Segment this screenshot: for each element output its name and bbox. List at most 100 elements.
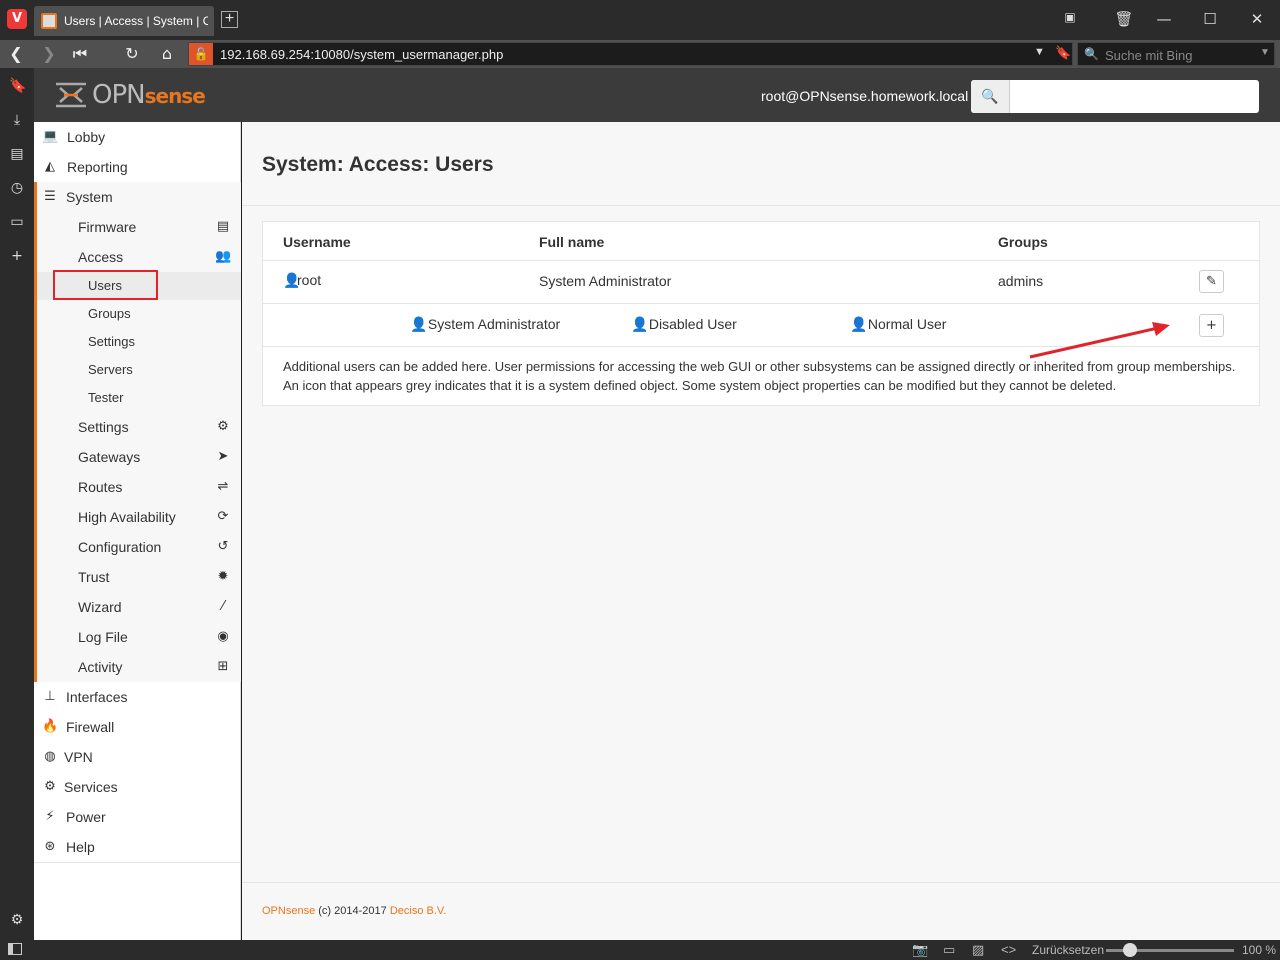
search-engine-field[interactable]: 🔍 Suche mit Bing ▼	[1077, 42, 1275, 66]
sidebar-item-services[interactable]: ⚙ Services	[34, 772, 241, 802]
users-table-card: Username Full name Groups 👤root System A…	[262, 221, 1260, 406]
header-search-icon[interactable]: 🔍	[971, 80, 1010, 113]
close-window-button[interactable]: ✕	[1247, 10, 1267, 28]
sidebar-item-settings[interactable]: Settings ⚙	[34, 412, 241, 442]
admin-user-icon: 👤	[283, 273, 301, 289]
trash-icon[interactable]: 🗑	[1114, 10, 1134, 28]
new-tab-button[interactable]: +	[221, 11, 238, 28]
minimize-button[interactable]: —	[1154, 10, 1174, 28]
add-user-button[interactable]: +	[1199, 314, 1224, 337]
sidebar-item-label: Wizard	[78, 599, 122, 615]
rewind-icon[interactable]: ⏮	[69, 44, 91, 64]
sidebar-item-log-file[interactable]: Log File ◉	[34, 622, 241, 652]
sidebar-item-system[interactable]: ☰ System	[34, 182, 241, 212]
sidebar-item-high-availability[interactable]: High Availability ⟳	[34, 502, 241, 532]
browser-tab-bar: V Users | Access | System | OPNsense + ▣…	[0, 0, 1280, 40]
lock-icon[interactable]: 🔓	[189, 43, 213, 65]
fire-icon: 🔥	[42, 719, 59, 734]
bookmark-icon[interactable]: 🔖	[1055, 45, 1071, 61]
browser-status-bar: 📷 ▭ ▨ <> Zurücksetzen 100 %	[0, 940, 1280, 960]
footer-company-link[interactable]: Deciso B.V.	[390, 905, 446, 917]
logged-in-user[interactable]: root@OPNsense.homework.local	[761, 88, 968, 104]
legend-admin: 👤 System Administrator	[410, 316, 560, 333]
url-field[interactable]: 🔓 192.168.69.254:10080/system_usermanage…	[188, 42, 1073, 66]
maximize-button[interactable]: ☐	[1200, 10, 1220, 28]
refresh-icon: ⟳	[217, 509, 229, 524]
server-icon: ☰	[44, 189, 56, 204]
sidebar-item-help[interactable]: ⊛ Help	[34, 832, 241, 862]
sidebar-item-firewall[interactable]: 🔥 Firewall	[34, 712, 241, 742]
tiling-icon[interactable]: ▭	[943, 942, 955, 958]
sidebar-item-label: Activity	[78, 659, 123, 675]
sidebar-item-label: Firmware	[78, 219, 137, 235]
notes-panel-icon[interactable]: ▤	[9, 146, 25, 162]
logo-text-sense: sense	[144, 84, 206, 108]
sidebar-item-label: Power	[66, 809, 106, 825]
window-panel-icon[interactable]: ▭	[9, 214, 25, 230]
footer-text: OPNsense (c) 2014-2017 Deciso B.V.	[262, 905, 446, 917]
add-panel-icon[interactable]: +	[9, 248, 25, 264]
red-arrow-annotation	[1029, 322, 1170, 359]
vivaldi-logo-icon[interactable]: V	[7, 9, 27, 29]
plug-icon: ⚡	[45, 809, 55, 824]
bookmarks-panel-icon[interactable]: 🔖	[9, 78, 26, 94]
panel-toggle-icon[interactable]	[8, 943, 22, 955]
window-tile-icon[interactable]: ▣	[1060, 10, 1080, 24]
search-icon: 🔍	[1084, 47, 1099, 61]
sidebar-item-trust[interactable]: Trust ✹	[34, 562, 241, 592]
username-cell[interactable]: 👤root	[283, 272, 321, 289]
header-search-field[interactable]: 🔍	[971, 80, 1259, 113]
firmware-icon: ▤	[216, 219, 230, 234]
description-line-2: An icon that appears grey indicates that…	[283, 378, 1117, 393]
sidebar-item-reporting[interactable]: ◭ Reporting	[34, 152, 241, 182]
home-icon[interactable]: ⌂	[156, 44, 178, 63]
browser-tab[interactable]: Users | Access | System | OPNsense	[34, 6, 214, 36]
sidebar-item-label: Interfaces	[66, 689, 128, 705]
settings-gear-icon[interactable]: ⚙	[9, 912, 25, 928]
zoom-slider-handle[interactable]	[1123, 943, 1137, 957]
sidebar-item-groups[interactable]: Groups	[34, 300, 241, 328]
sidebar-item-label: High Availability	[78, 509, 176, 525]
downloads-panel-icon[interactable]: ⤓	[9, 112, 25, 128]
opnsense-header: OPNsense root@OPNsense.homework.local 🔍	[34, 68, 1280, 122]
column-header-groups[interactable]: Groups	[998, 234, 1048, 250]
sidebar-item-power[interactable]: ⚡ Power	[34, 802, 241, 832]
search-dropdown-icon[interactable]: ▼	[1260, 47, 1270, 58]
logo-mark-icon	[56, 82, 86, 108]
sidebar-item-access[interactable]: Access 👥	[34, 242, 241, 272]
edit-user-button[interactable]: ✎	[1199, 270, 1224, 293]
sidebar-item-interfaces[interactable]: ⊥ Interfaces	[34, 682, 241, 712]
sidebar-item-label: Services	[64, 779, 118, 795]
code-icon[interactable]: <>	[1001, 942, 1016, 957]
camera-icon[interactable]: 📷	[912, 942, 928, 958]
sidebar-item-activity[interactable]: Activity ⊞	[34, 652, 241, 682]
reset-zoom-label[interactable]: Zurücksetzen	[1032, 943, 1104, 957]
column-header-username[interactable]: Username	[283, 234, 351, 250]
image-icon[interactable]: ▨	[972, 942, 984, 958]
history-panel-icon[interactable]: ◷	[9, 180, 25, 196]
sidebar-item-label: Access	[78, 249, 124, 265]
normal-user-icon: 👤	[850, 317, 868, 333]
back-icon[interactable]: ❮	[5, 44, 27, 63]
sidebar-item-wizard[interactable]: Wizard ⁄	[34, 592, 241, 622]
sidebar-item-label: Gateways	[78, 449, 141, 465]
url-dropdown-icon[interactable]: ▼	[1034, 46, 1045, 58]
forward-icon[interactable]: ❯	[38, 44, 60, 63]
sidebar-item-tester[interactable]: Tester	[34, 384, 241, 412]
sidebar-item-access-settings[interactable]: Settings	[34, 328, 241, 356]
sidebar-item-routes[interactable]: Routes ⇌	[34, 472, 241, 502]
sidebar-item-configuration[interactable]: Configuration ↺	[34, 532, 241, 562]
sidebar-item-firmware[interactable]: Firmware ▤	[34, 212, 241, 242]
sidebar-item-vpn[interactable]: ◍ VPN	[34, 742, 241, 772]
sidebar-item-lobby[interactable]: 💻 Lobby	[34, 122, 241, 152]
footer-brand-link[interactable]: OPNsense	[262, 905, 315, 917]
sidebar-item-servers[interactable]: Servers	[34, 356, 241, 384]
table-row: 👤root System Administrator admins ✎	[263, 260, 1259, 303]
reload-icon[interactable]: ↻	[121, 44, 143, 63]
column-header-fullname[interactable]: Full name	[539, 234, 604, 250]
sidebar-item-label: Settings	[88, 334, 135, 349]
sidebar-item-label: Reporting	[67, 159, 128, 175]
sidebar-item-gateways[interactable]: Gateways ➤	[34, 442, 241, 472]
url-text: 192.168.69.254:10080/system_usermanager.…	[220, 47, 504, 62]
legend-disabled: 👤 Disabled User	[631, 316, 737, 333]
